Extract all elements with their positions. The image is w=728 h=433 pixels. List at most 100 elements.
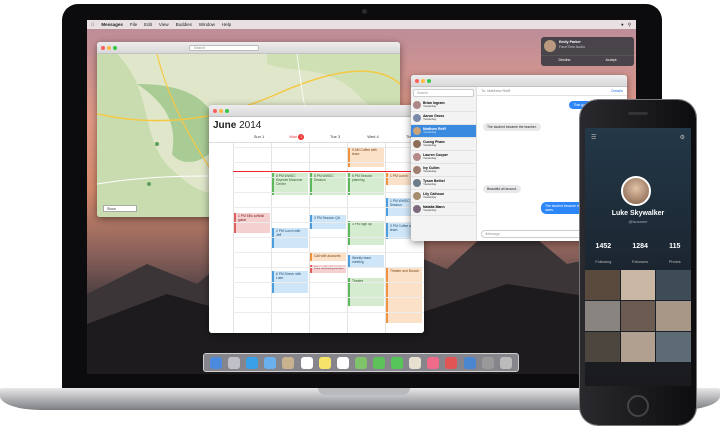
conversation-item[interactable]: Lily Calhoun Yesterday [411,190,476,203]
calendar-event[interactable]: 2 PM Lunch with Jeff [272,228,308,248]
photo-thumbnail[interactable] [620,332,656,362]
close-button[interactable] [415,78,419,83]
messages-search-input[interactable]: Search [413,89,474,97]
calendar-grid[interactable]: 1 PM Ellis softball game 8 PM WWDC Keyno… [209,143,424,333]
details-button[interactable]: Details [611,87,623,96]
zoom-button[interactable] [225,108,229,113]
conversation-list: Search Brian Ingram Yesterday Aaron Gross… [411,87,477,241]
menu-buddies[interactable]: Buddies [176,22,192,27]
day-header-today[interactable]: Mon 2 [277,133,317,141]
itunes-icon[interactable] [427,356,440,369]
profile-username: @lsosome [628,219,648,224]
spotlight-icon[interactable]: ⚲ [628,22,631,28]
apple-icon[interactable]:  [91,22,94,27]
grid-line [233,297,424,298]
photo-thumbnail[interactable] [620,270,656,300]
calendar-event[interactable]: 1 PM Ellis softball game [234,213,270,233]
conversation-item[interactable]: Aaron Gross Yesterday [411,112,476,125]
menu-window[interactable]: Window [199,22,215,27]
close-button[interactable] [101,45,105,50]
menu-file[interactable]: File [130,22,137,27]
stat-following[interactable]: 1452 Following [595,243,611,268]
menu-app-name[interactable]: Messages [101,22,123,27]
safari-icon[interactable] [246,356,259,369]
calendar-icon[interactable] [300,356,313,369]
facetime-icon[interactable] [391,356,404,369]
calendar-event[interactable]: 9 AM Coffee with team [348,147,384,167]
recipient-field[interactable]: To: Matthew Reiff Details [477,87,627,96]
stat-photos[interactable]: 115 Photos [669,243,681,268]
photo-thumbnail[interactable] [656,270,691,300]
minimize-button[interactable] [107,45,111,50]
messages-icon[interactable] [373,356,386,369]
accept-button[interactable]: Accept [606,56,617,65]
close-button[interactable] [213,108,217,113]
ibooks-icon[interactable] [445,356,458,369]
trash-icon[interactable] [499,356,512,369]
conversation-item[interactable]: Tyson Bethel Yesterday [411,177,476,190]
menu-edit[interactable]: Edit [144,22,152,27]
maps-show-button[interactable]: Show [103,205,137,212]
iphone: ☰ ⚙ Luke Skywalker @lsosome 1452 Followin… [580,100,696,425]
menu-view[interactable]: View [159,22,169,27]
reminders-icon[interactable] [336,356,349,369]
menu-bar:  Messages File Edit View Buddies Window… [87,20,636,29]
contacts-icon[interactable] [282,356,295,369]
grid-line [233,222,424,223]
conversation-item[interactable]: Ivy Cullen Yesterday [411,164,476,177]
photo-thumbnail[interactable] [656,301,691,331]
photo-thumbnail[interactable] [620,301,656,331]
laptop-camera [362,9,367,14]
current-time-line [233,171,424,172]
grid-line [233,192,424,193]
wifi-icon[interactable]: ● [621,22,624,28]
minimize-button[interactable] [421,78,425,83]
day-header[interactable]: Tue 3 [315,133,355,141]
conversation-item[interactable]: Brian Ingram Yesterday [411,99,476,112]
finder-icon[interactable] [210,356,223,369]
calendar-event[interactable]: Theater and Brunch [386,268,422,323]
minimize-button[interactable] [219,108,223,113]
conversation-item[interactable]: Lauren Cooper Yesterday [411,151,476,164]
mail-icon[interactable] [264,356,277,369]
calendar-event[interactable]: Call with accounts [310,253,346,261]
conversation-item-selected[interactable]: Matthew Reiff Yesterday [411,125,476,138]
system-preferences-icon[interactable] [481,356,494,369]
app-store-icon[interactable] [463,356,476,369]
profile-stats: 1452 Following 1284 Followers 115 Photos [585,243,691,268]
profile-avatar[interactable] [621,176,651,206]
settings-icon[interactable]: ⚙ [680,134,685,141]
maps-icon[interactable] [354,356,367,369]
phone-screen: ☰ ⚙ Luke Skywalker @lsosome 1452 Followin… [585,128,691,386]
day-header[interactable]: Sun 1 [239,133,279,141]
zoom-button[interactable] [113,45,117,50]
photo-booth-icon[interactable] [409,356,422,369]
avatar [413,114,421,122]
photo-thumbnail[interactable] [585,301,620,331]
grid-line [233,162,424,163]
day-header[interactable]: Wed 4 [353,133,393,141]
home-button[interactable] [627,395,649,417]
stat-followers[interactable]: 1284 Followers [632,243,648,268]
message-bubble: Beautiful all around. [483,185,521,193]
zoom-button[interactable] [427,78,431,83]
device-composition:  Messages File Edit View Buddies Window… [0,0,728,433]
menu-icon[interactable]: ☰ [591,134,596,141]
grid-line [233,267,424,268]
avatar [413,179,421,187]
calendar-event[interactable]: 3 PM Sign up [348,221,384,245]
photo-thumbnail[interactable] [585,270,620,300]
laptop-notch [318,388,410,395]
maps-search-input[interactable]: Search [189,45,259,51]
grid-line [233,237,424,238]
decline-button[interactable]: Decline [559,56,571,65]
calendar-event[interactable]: Weekly team meeting [348,255,384,267]
facetime-notification[interactable]: Emily Parker FaceTime Audio Decline Acce… [541,37,634,66]
notes-icon[interactable] [318,356,331,369]
photo-thumbnail[interactable] [656,332,691,362]
photo-thumbnail[interactable] [585,332,620,362]
conversation-item[interactable]: Natalia Mann Yesterday [411,203,476,216]
launchpad-icon[interactable] [228,356,241,369]
conversation-item[interactable]: Cuong Pham Yesterday [411,138,476,151]
menu-help[interactable]: Help [222,22,231,27]
